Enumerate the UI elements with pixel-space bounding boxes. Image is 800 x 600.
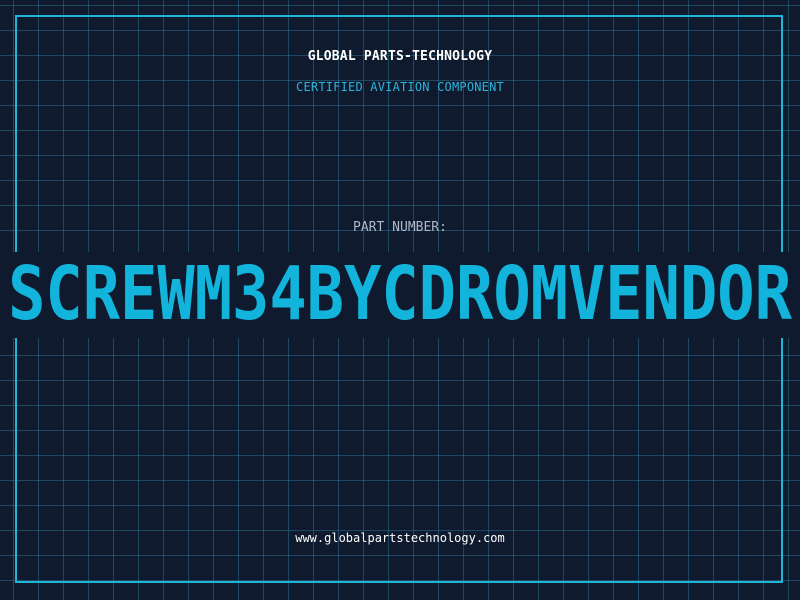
part-number-value: SCREWM34BYCDROMVENDOR	[8, 252, 792, 338]
company-name: GLOBAL PARTS-TECHNOLOGY	[307, 49, 493, 64]
certification-tagline: CERTIFIED AVIATION COMPONENT	[296, 80, 504, 94]
part-number-band: SCREWM34BYCDROMVENDOR	[0, 252, 800, 338]
website-url: www.globalpartstechnology.com	[295, 531, 505, 545]
part-label-card: GLOBAL PARTS-TECHNOLOGY CERTIFIED AVIATI…	[0, 0, 800, 600]
part-number-label: PART NUMBER:	[353, 220, 447, 235]
